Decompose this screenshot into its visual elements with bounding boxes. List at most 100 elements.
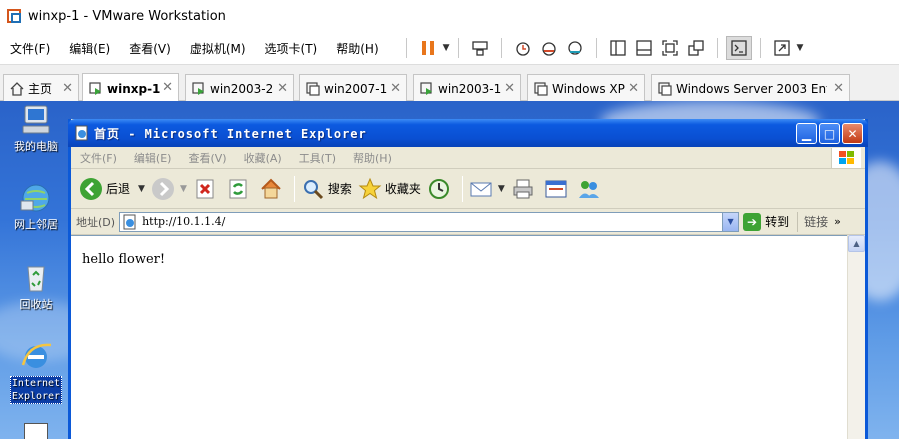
go-arrow-icon: ➔ [743, 212, 762, 231]
forward-button[interactable]: ▼ [151, 177, 187, 201]
home-button[interactable] [259, 177, 286, 201]
mail-button[interactable]: ▼ [469, 177, 505, 201]
minimize-icon: ▁ [801, 126, 812, 141]
close-tab-icon[interactable]: ✕ [390, 81, 401, 96]
show-thumbnail-bar-button[interactable] [631, 36, 657, 60]
pause-button[interactable] [415, 36, 441, 60]
back-dropdown-icon[interactable]: ▼ [138, 184, 145, 194]
ie-menu-edit[interactable]: 编辑(E) [125, 150, 180, 166]
favorites-star-icon [358, 177, 382, 199]
close-tab-icon[interactable]: ✕ [277, 81, 288, 96]
ie-menu-tools[interactable]: 工具(T) [290, 150, 344, 166]
maximize-button[interactable]: □ [819, 123, 840, 144]
pause-dropdown-icon[interactable]: ▼ [443, 43, 450, 53]
fullscreen-button[interactable] [657, 36, 683, 60]
close-tab-icon[interactable]: ✕ [162, 80, 173, 95]
desktop-icon-label: 回收站 [19, 298, 53, 311]
revert-snapshot-button[interactable] [536, 36, 562, 60]
tab-win2003-1[interactable]: win2003-1 ✕ [413, 74, 521, 102]
messenger-button[interactable] [577, 177, 604, 201]
vm-running-icon [420, 81, 432, 95]
toolbar-separator [500, 38, 502, 58]
desktop-file-icon[interactable] [24, 423, 48, 439]
tab-winxp-1[interactable]: winxp-1 ✕ [82, 73, 179, 103]
messenger-icon [578, 180, 599, 198]
printer-icon [513, 179, 533, 198]
menu-tabs[interactable]: 选项卡(T) [255, 40, 327, 57]
page-content[interactable]: hello flower! [71, 235, 847, 439]
window-controls: ▁ □ ✕ [796, 123, 863, 144]
ie-menu-bar: 文件(F) 编辑(E) 查看(V) 收藏(A) 工具(T) 帮助(H) [71, 147, 865, 169]
desktop-icon-internet-explorer[interactable]: Internet Explorer [4, 339, 68, 404]
snapshot-manager-button[interactable] [562, 36, 588, 60]
tab-win2003-2[interactable]: win2003-2 ✕ [185, 74, 294, 102]
vertical-scrollbar[interactable]: ▲ [847, 235, 865, 439]
print-button[interactable] [511, 177, 538, 201]
scroll-up-icon[interactable]: ▲ [848, 235, 865, 252]
mail-dropdown-icon[interactable]: ▼ [498, 184, 505, 194]
tab-label: Windows XP [552, 81, 625, 96]
back-button[interactable]: 后退 ▼ [79, 177, 145, 201]
console-view-button[interactable] [725, 36, 752, 60]
ie-menu-help[interactable]: 帮助(H) [344, 150, 400, 166]
address-field[interactable]: ▼ [119, 211, 740, 232]
search-label: 搜索 [327, 182, 352, 196]
tab-label: win2003-2 [210, 81, 274, 96]
search-button[interactable]: 搜索 [301, 177, 352, 201]
tab-windows-server-2003[interactable]: Windows Server 2003 Enterpr… ✕ [651, 74, 850, 102]
menu-vm[interactable]: 虚拟机(M) [180, 40, 255, 57]
history-button[interactable] [427, 177, 454, 201]
unity-button[interactable] [683, 36, 709, 60]
address-input[interactable] [142, 215, 723, 228]
thumbnail-bar-icon [635, 40, 652, 56]
close-tab-icon[interactable]: ✕ [833, 81, 844, 96]
minimize-button[interactable]: ▁ [796, 123, 817, 144]
send-ctrl-alt-del-button[interactable] [467, 36, 493, 60]
close-tab-icon[interactable]: ✕ [628, 81, 639, 96]
desktop-icon-recycle-bin[interactable]: 回收站 [4, 261, 68, 311]
desktop-icon-label: 我的电脑 [14, 140, 58, 153]
snapshot-manager-icon [567, 41, 582, 55]
vmware-logo-icon [7, 9, 21, 23]
ie-menu-file[interactable]: 文件(F) [71, 150, 125, 166]
tab-home[interactable]: 主页 ✕ [3, 74, 79, 102]
favorites-button[interactable]: 收藏夹 [358, 177, 421, 201]
vm-running-icon [89, 81, 101, 95]
ie-menu-favorites[interactable]: 收藏(A) [235, 150, 290, 166]
desktop-icon-my-computer[interactable]: 我的电脑 [4, 103, 68, 153]
toolbar-separator [461, 175, 463, 202]
close-tab-icon[interactable]: ✕ [504, 81, 515, 96]
edit-page-icon [545, 180, 567, 197]
library-panel-icon [609, 40, 626, 56]
ie-window: 首页 - Microsoft Internet Explorer ▁ □ ✕ 文… [68, 119, 868, 439]
tab-label: win2007-1 [324, 81, 388, 96]
close-tab-icon[interactable]: ✕ [62, 81, 73, 96]
menu-view[interactable]: 查看(V) [119, 40, 180, 57]
stretch-icon [773, 40, 790, 56]
tab-win2007-1[interactable]: win2007-1 ✕ [299, 74, 407, 102]
ie-title-bar[interactable]: 首页 - Microsoft Internet Explorer ▁ □ ✕ [68, 119, 868, 147]
stretch-dropdown-icon[interactable]: ▼ [797, 43, 804, 53]
show-library-button[interactable] [605, 36, 631, 60]
fullscreen-icon [661, 40, 678, 56]
tab-windows-xp[interactable]: Windows XP ✕ [527, 74, 645, 102]
links-chevron-icon[interactable]: » [834, 215, 841, 228]
refresh-button[interactable] [226, 177, 253, 201]
forward-dropdown-icon[interactable]: ▼ [180, 184, 187, 194]
desktop-icon-network-places[interactable]: 网上邻居 [4, 181, 68, 231]
close-button[interactable]: ✕ [842, 123, 863, 144]
toolbar-separator [293, 175, 295, 202]
windows-flag-icon [831, 148, 861, 168]
address-dropdown-icon[interactable]: ▼ [722, 212, 739, 231]
menu-edit[interactable]: 编辑(E) [59, 40, 119, 57]
stop-button[interactable] [193, 177, 220, 201]
stretch-guest-button[interactable] [769, 36, 795, 60]
menu-help[interactable]: 帮助(H) [326, 40, 387, 57]
edit-button[interactable] [544, 177, 571, 201]
links-label[interactable]: 链接 [804, 213, 828, 230]
menu-file[interactable]: 文件(F) [0, 40, 59, 57]
snapshot-button[interactable] [510, 36, 536, 60]
ie-menu-view[interactable]: 查看(V) [179, 150, 234, 166]
go-button[interactable]: ➔ 转到 [743, 212, 789, 231]
internet-explorer-icon [21, 343, 52, 368]
